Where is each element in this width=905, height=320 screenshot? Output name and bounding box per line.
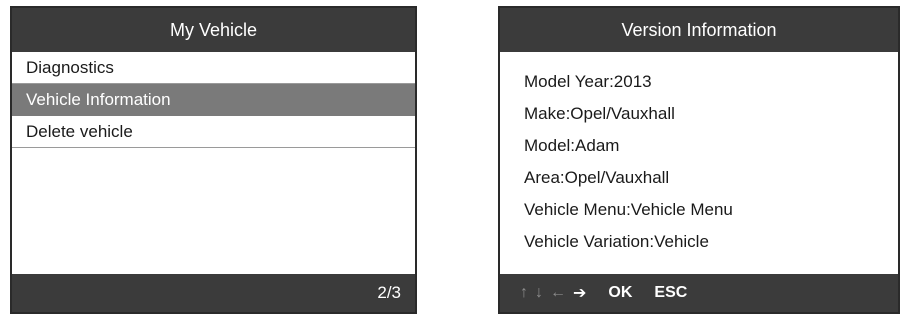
page-indicator: 2/3	[377, 283, 401, 302]
info-line-vehicle-menu: Vehicle Menu:Vehicle Menu	[524, 200, 733, 219]
esc-button[interactable]: ESC	[654, 284, 687, 302]
screen-title-bar: Version Information	[500, 8, 898, 52]
screen-footer: ↑ ↓ ← ➔ OK ESC	[500, 274, 898, 312]
screen-footer: 2/3	[12, 274, 415, 312]
info-line-area: Area:Opel/Vauxhall	[524, 168, 670, 187]
screen-title-bar: My Vehicle	[12, 8, 415, 52]
arrow-up-icon[interactable]: ↑	[520, 284, 528, 302]
info-line-vehicle-variation: Vehicle Variation:Vehicle	[524, 232, 709, 251]
info-line-model: Model:Adam	[524, 136, 620, 155]
my-vehicle-screen: My Vehicle Diagnostics Vehicle Informati…	[10, 6, 417, 314]
arrow-left-icon[interactable]: ←	[550, 284, 566, 302]
screen-title: My Vehicle	[169, 19, 258, 40]
version-information-screen: Version Information Model Year:2013 Make…	[498, 6, 900, 314]
menu-list: Diagnostics Vehicle Information Delete v…	[12, 52, 415, 148]
arrow-down-icon[interactable]: ↓	[535, 284, 543, 302]
arrow-right-icon[interactable]: ➔	[573, 283, 586, 303]
menu-item-delete-vehicle[interactable]: Delete vehicle	[12, 116, 415, 148]
info-line-model-year: Model Year:2013	[524, 72, 652, 91]
screen-title: Version Information	[621, 19, 777, 40]
ok-button[interactable]: OK	[608, 284, 632, 302]
menu-item-diagnostics[interactable]: Diagnostics	[12, 52, 415, 84]
info-list: Model Year:2013 Make:Opel/Vauxhall Model…	[500, 52, 898, 258]
menu-item-vehicle-information[interactable]: Vehicle Information	[12, 84, 415, 116]
info-line-make: Make:Opel/Vauxhall	[524, 104, 675, 123]
